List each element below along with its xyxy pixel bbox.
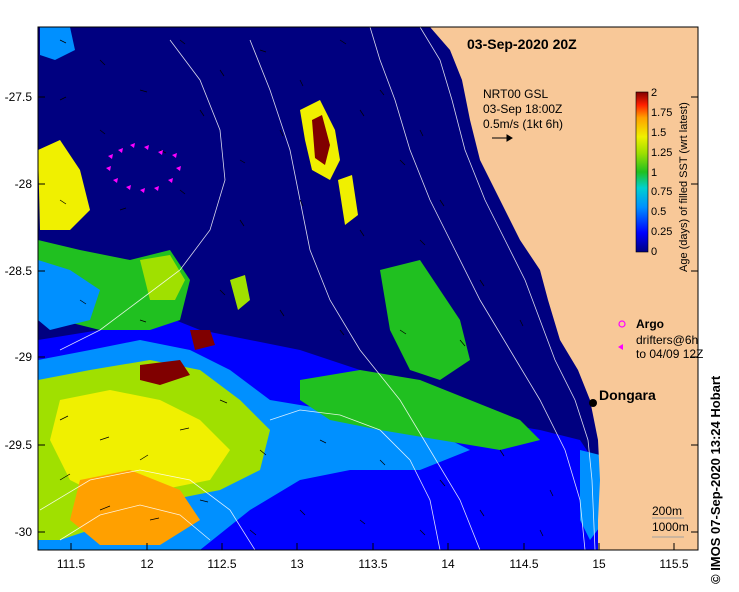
x-tick-label: 13: [290, 557, 304, 571]
y-tick-label: -29.5: [4, 438, 32, 452]
colorbar-tick: 1: [651, 167, 658, 179]
colorbar-label: Age (days) of filled SST (wrt latest): [678, 102, 690, 272]
x-tick-label: 15: [592, 557, 606, 571]
contour-label-1000m: 1000m: [652, 520, 689, 534]
product-line-1: NRT00 GSL: [483, 87, 549, 101]
map-title: 03-Sep-2020 20Z: [467, 36, 577, 52]
colorbar-tick: 0: [651, 246, 658, 258]
x-tick-label: 113.5: [358, 557, 388, 571]
x-tick-label: 12: [140, 557, 154, 571]
y-tick-label: -28.5: [4, 264, 32, 278]
sst-map: [37, 26, 699, 551]
dongara-marker: [589, 399, 597, 407]
x-tick-label: 114.5: [509, 557, 539, 571]
drifters-legend-line-2: to 04/09 12Z: [636, 347, 704, 361]
product-line-3: 0.5m/s (1kt 6h): [483, 117, 564, 131]
imos-credit: © IMOS 07-Sep-2020 13:24 Hobart: [708, 375, 723, 584]
drifters-legend-line-1: drifters@6h: [636, 333, 699, 347]
x-tick-label: 14: [441, 557, 455, 571]
place-label-dongara: Dongara: [599, 387, 656, 403]
colorbar-tick: 0.75: [651, 186, 673, 198]
colorbar-tick: 0.25: [651, 226, 673, 238]
contour-label-200m: 200m: [652, 504, 683, 518]
product-line-2: 03-Sep 18:00Z: [483, 102, 563, 116]
x-tick-label: 112.5: [207, 557, 237, 571]
colorbar-tick: 1.25: [651, 147, 673, 159]
colorbar-tick: 1.75: [651, 107, 673, 119]
x-tick-label: 111.5: [56, 557, 86, 571]
colorbar-tick: 2: [651, 87, 658, 99]
colorbar-tick: 1.5: [651, 127, 667, 139]
colorbar-tick: 0.5: [651, 206, 667, 218]
y-tick-label: -28: [14, 177, 32, 191]
y-tick-label: -29: [14, 350, 32, 364]
colorbar: [635, 91, 649, 253]
y-tick-label: -27.5: [4, 90, 32, 104]
y-tick-label: -30: [14, 525, 32, 539]
argo-legend-label: Argo: [636, 317, 664, 331]
x-tick-label: 115.5: [659, 557, 689, 571]
